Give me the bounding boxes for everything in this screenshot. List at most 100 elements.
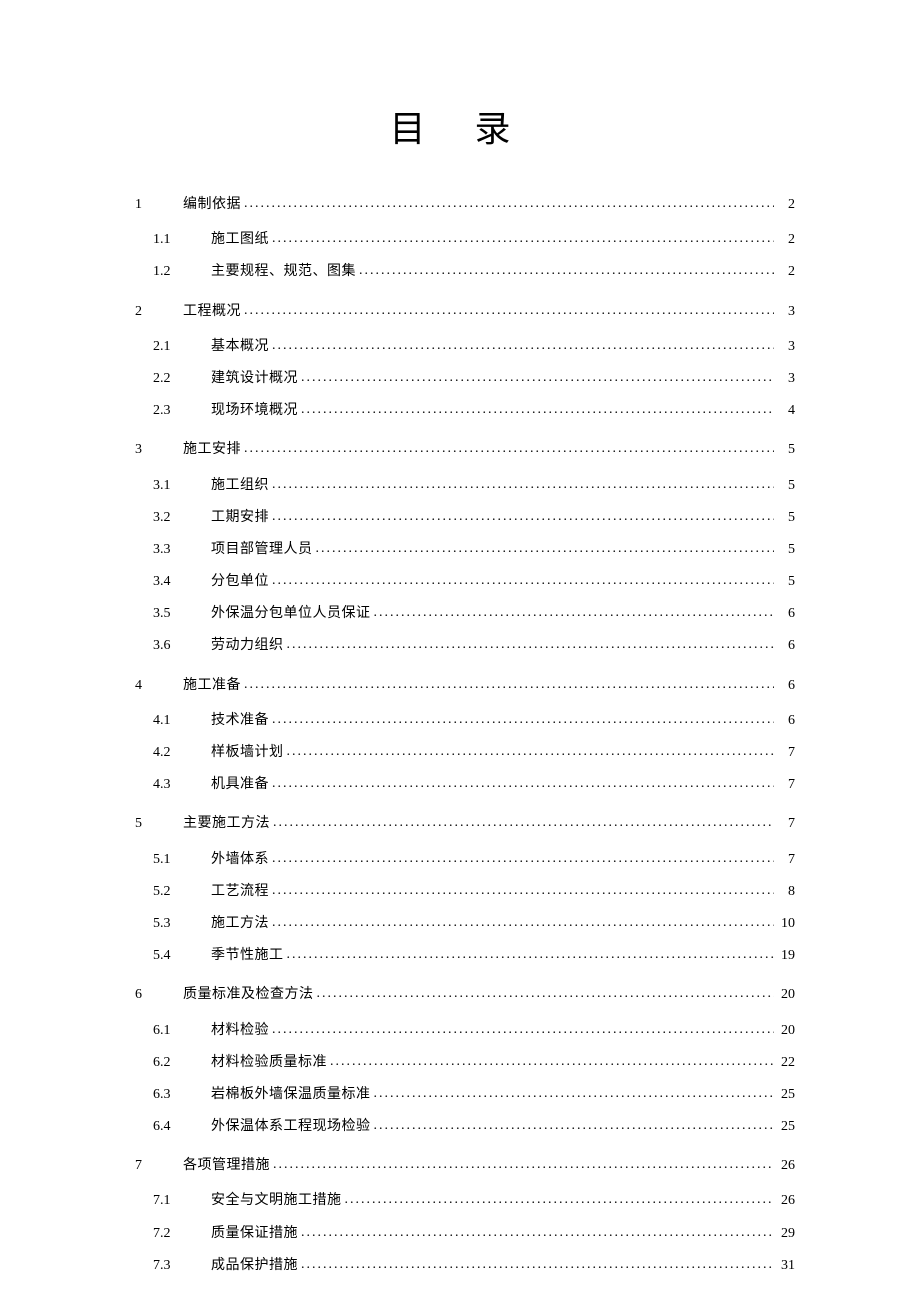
toc-entry-page: 7: [777, 811, 795, 836]
toc-entry-page: 25: [777, 1114, 795, 1139]
toc-entry-page: 7: [777, 740, 795, 765]
toc-entry-number: 1.1: [153, 227, 197, 252]
toc-entry-page: 3: [777, 299, 795, 324]
toc-entry-number: 3.3: [153, 537, 197, 562]
toc-entry-page: 20: [777, 1018, 795, 1043]
toc-entry-page: 6: [777, 673, 795, 698]
toc-entry-text: 现场环境概况: [211, 398, 298, 423]
toc-entry: 7各项管理措施26: [125, 1153, 795, 1178]
toc-entry: 7.2 质量保证措施 29: [125, 1221, 795, 1246]
toc-entry: 2.2建筑设计概况3: [125, 366, 795, 391]
toc-entry: 7.1 安全与文明施工措施 26: [125, 1188, 795, 1213]
toc-entry: 6.2材料检验质量标准22: [125, 1050, 795, 1075]
toc-dots: [273, 810, 774, 835]
toc-entry-number: 7.2: [153, 1221, 197, 1246]
toc-entry-page: 26: [777, 1188, 795, 1213]
toc-dots: [301, 1220, 774, 1245]
toc-entry-text: 季节性施工: [211, 943, 284, 968]
toc-entry-page: 22: [777, 1050, 795, 1075]
toc-entry-number: 3.5: [153, 601, 197, 626]
toc-entry-text: 施工安排: [183, 437, 241, 462]
toc-entry-text: 各项管理措施: [183, 1153, 270, 1178]
toc-entry-number: 5.2: [153, 879, 197, 904]
toc-entry-page: 25: [777, 1082, 795, 1107]
toc-entry-number: 5: [135, 811, 175, 836]
toc-entry-text: 外墙体系: [211, 847, 269, 872]
toc-dots: [272, 910, 774, 935]
toc-entry-page: 3: [777, 334, 795, 359]
toc-dots: [273, 1152, 774, 1177]
toc-entry-text: 工期安排: [211, 505, 269, 530]
toc-dots: [301, 1252, 774, 1277]
toc-entry: 4.3机具准备7: [125, 772, 795, 797]
toc-dots: [244, 436, 774, 461]
toc-entry: 3.2工期安排5: [125, 505, 795, 530]
toc-dots: [287, 632, 775, 657]
toc-entry-number: 4.1: [153, 708, 197, 733]
toc-entry-page: 20: [777, 982, 795, 1007]
toc-entry: 3施工安排5: [125, 437, 795, 462]
toc-entry-text: 施工组织: [211, 473, 269, 498]
toc-entry-number: 4.3: [153, 772, 197, 797]
toc-entry: 4 施工准备 6: [125, 673, 795, 698]
toc-entry-text: 施工方法: [211, 911, 269, 936]
toc-entry-text: 工程概况: [183, 299, 241, 324]
toc-entry: 3.4分包单位5: [125, 569, 795, 594]
toc-entry-text: 主要施工方法: [183, 811, 270, 836]
toc-dots: [272, 1017, 774, 1042]
toc-entry: 5 主要施工方法 7: [125, 811, 795, 836]
toc-entry-number: 6.3: [153, 1082, 197, 1107]
toc-entry-text: 分包单位: [211, 569, 269, 594]
toc-entry: 2.3现场环境概况4: [125, 398, 795, 423]
table-of-contents: 1编制依据21.1施工图纸21.2主要规程、规范、图集22工程概况32.1基本概…: [125, 192, 795, 1278]
toc-entry-number: 4: [135, 673, 175, 698]
toc-entry-number: 3.1: [153, 473, 197, 498]
toc-entry-number: 1: [135, 192, 175, 217]
toc-entry-page: 29: [777, 1221, 795, 1246]
toc-entry: 2.1 基本概况 3: [125, 334, 795, 359]
toc-dots: [287, 739, 775, 764]
toc-entry-text: 建筑设计概况: [211, 366, 298, 391]
toc-entry-text: 基本概况: [211, 334, 269, 359]
toc-entry-page: 8: [777, 879, 795, 904]
toc-entry: 5.2 工艺流程 8: [125, 879, 795, 904]
toc-entry-page: 5: [777, 505, 795, 530]
toc-entry-number: 4.2: [153, 740, 197, 765]
toc-entry-page: 5: [777, 537, 795, 562]
toc-entry-number: 7.1: [153, 1188, 197, 1213]
toc-entry: 7.3成品保护措施31: [125, 1253, 795, 1278]
toc-dots: [374, 600, 775, 625]
toc-entry-text: 编制依据: [183, 192, 241, 217]
toc-dots: [272, 846, 774, 871]
toc-entry-page: 6: [777, 633, 795, 658]
toc-dots: [301, 365, 774, 390]
toc-dots: [317, 981, 775, 1006]
toc-entry-number: 6.1: [153, 1018, 197, 1043]
toc-entry-text: 质量保证措施: [211, 1221, 298, 1246]
toc-entry-text: 安全与文明施工措施: [211, 1188, 342, 1213]
toc-entry-number: 2.1: [153, 334, 197, 359]
toc-dots: [301, 397, 774, 422]
toc-entry-text: 施工图纸: [211, 227, 269, 252]
toc-entry-page: 4: [777, 398, 795, 423]
toc-dots: [287, 942, 775, 967]
toc-entry-number: 2: [135, 299, 175, 324]
toc-entry: 5.4季节性施工19: [125, 943, 795, 968]
toc-entry-number: 5.3: [153, 911, 197, 936]
toc-dots: [244, 672, 774, 697]
toc-entry-page: 31: [777, 1253, 795, 1278]
toc-entry-page: 19: [777, 943, 795, 968]
toc-entry: 1编制依据2: [125, 192, 795, 217]
toc-entry: 4.2样板墙计划7: [125, 740, 795, 765]
toc-entry-number: 3.4: [153, 569, 197, 594]
toc-entry: 2 工程概况 3: [125, 299, 795, 324]
toc-dots: [272, 472, 774, 497]
toc-dots: [316, 536, 775, 561]
toc-entry-number: 6: [135, 982, 175, 1007]
toc-entry-text: 工艺流程: [211, 879, 269, 904]
toc-dots: [272, 504, 774, 529]
toc-entry-text: 劳动力组织: [211, 633, 284, 658]
toc-entry-page: 5: [777, 437, 795, 462]
toc-entry-text: 施工准备: [183, 673, 241, 698]
toc-entry-number: 7: [135, 1153, 175, 1178]
